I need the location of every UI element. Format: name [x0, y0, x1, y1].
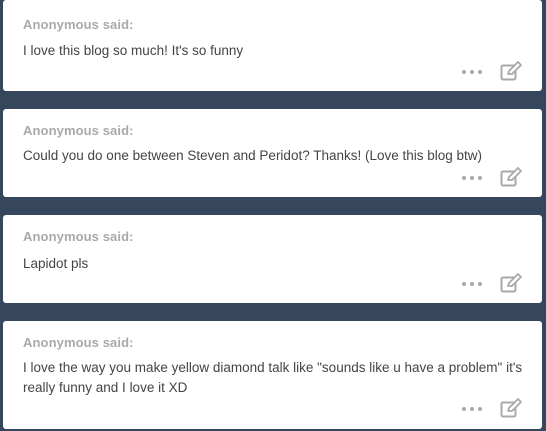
more-icon-dot: [478, 407, 482, 411]
question-text: Could you do one between Steven and Peri…: [23, 148, 483, 163]
asker-label: Anonymous said:: [23, 123, 134, 138]
more-icon-dot: [478, 176, 482, 180]
edit-icon[interactable]: [500, 273, 522, 293]
ask-card: Anonymous said: Could you do one between…: [3, 109, 542, 197]
more-icon-dot: [462, 70, 466, 74]
more-options-button[interactable]: [462, 173, 482, 183]
more-icon-dot: [478, 70, 482, 74]
more-icon-dot: [462, 282, 466, 286]
asker-label: Anonymous said:: [23, 335, 134, 350]
more-options-button[interactable]: [462, 404, 482, 414]
more-icon-dot: [462, 407, 466, 411]
more-icon-dot: [470, 407, 474, 411]
question-text: Lapidot pls: [23, 256, 89, 271]
more-icon-dot: [470, 70, 474, 74]
question-text: I love this blog so much! It's so funny: [23, 43, 244, 58]
edit-icon[interactable]: [500, 398, 522, 418]
more-options-button[interactable]: [462, 279, 482, 289]
ask-card: Anonymous said: I love the way you make …: [3, 321, 542, 429]
more-icon-dot: [470, 282, 474, 286]
more-options-button[interactable]: [462, 67, 482, 77]
ask-card: Anonymous said: I love this blog so much…: [3, 0, 542, 91]
more-icon-dot: [470, 176, 474, 180]
question-text: I love the way you make yellow diamond t…: [23, 360, 523, 395]
edit-icon[interactable]: [500, 167, 522, 187]
asker-label: Anonymous said:: [23, 229, 134, 244]
more-icon-dot: [478, 282, 482, 286]
ask-card: Anonymous said: Lapidot pls: [3, 215, 542, 303]
more-icon-dot: [462, 176, 466, 180]
ask-feed: Anonymous said: I love this blog so much…: [0, 0, 546, 431]
asker-label: Anonymous said:: [23, 17, 134, 32]
edit-icon[interactable]: [500, 61, 522, 81]
